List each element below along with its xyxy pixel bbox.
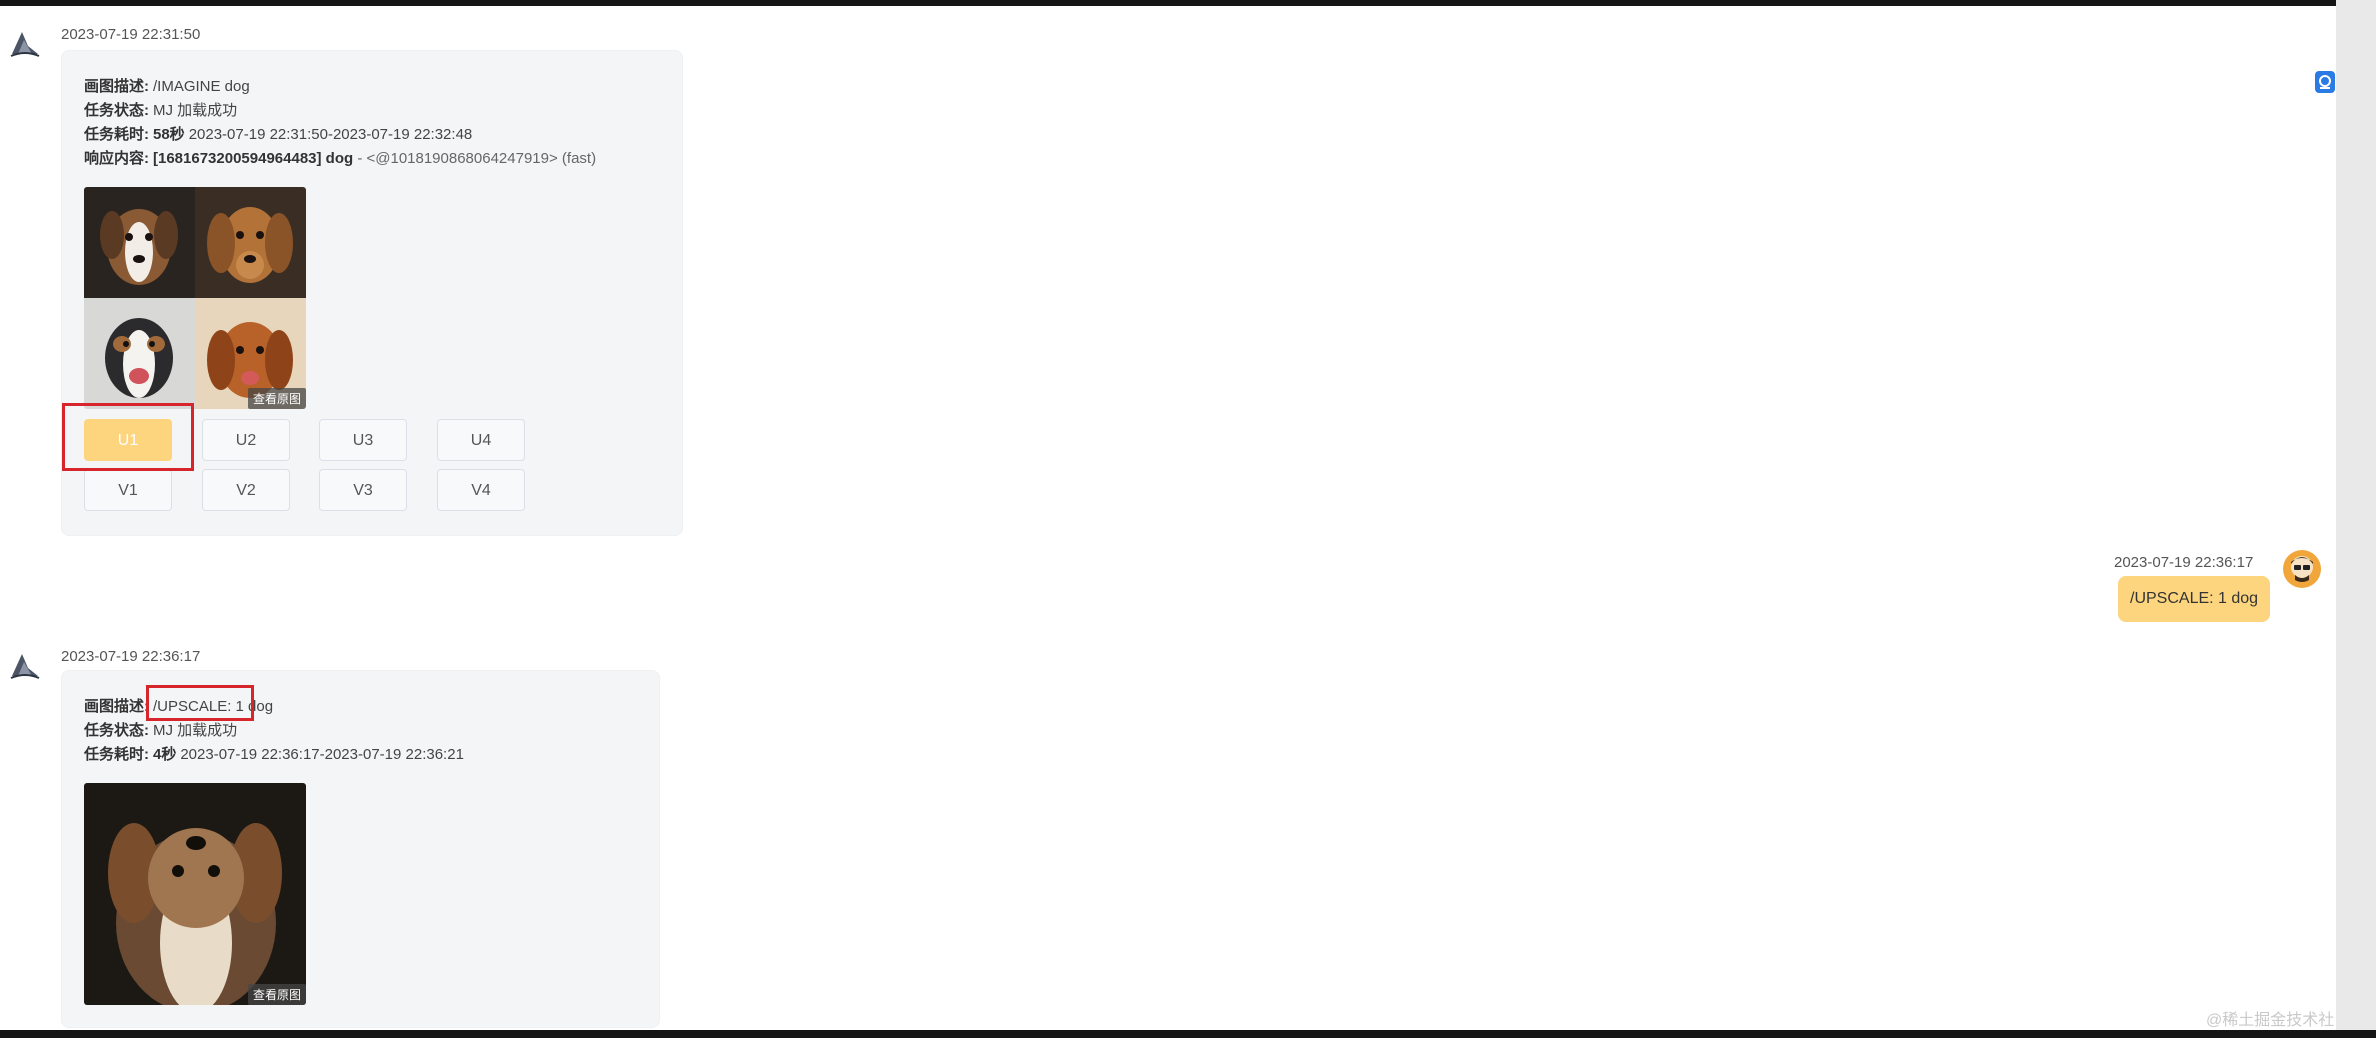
bot-message-bubble: 画图描述:/UPSCALE: 1 dog 任务状态: MJ 加载成功 任务耗时: 4… [61,670,660,1028]
bot-message-bubble: 画图描述:/IMAGINE dog 任务状态: MJ 加载成功 任务耗时: 58秒 2… [61,50,683,536]
response-rest: - <@1018190868064247919> (fast) [353,150,597,167]
variation-button-v2[interactable]: V2 [202,469,290,511]
duration-range: 2023-07-19 22:36:17-2023-07-19 22:36:21 [180,746,464,763]
user-message-timestamp: 2023-07-19 22:36:17 [2114,554,2254,571]
upscale-button-u4[interactable]: U4 [437,419,525,461]
view-original-link[interactable]: 查看原图 [247,388,306,409]
bot-avatar-icon [10,654,40,679]
upscale-button-u2[interactable]: U2 [202,419,290,461]
chat-panel: 2023-07-19 22:31:50 画图描述:/IMAGINE dog 任务… [0,6,2336,1030]
response-line: 响应内容: [1681673200594964483] dog - <@10181… [84,147,596,168]
variation-button-v1[interactable]: V1 [84,469,172,511]
variation-button-v4[interactable]: V4 [437,469,525,511]
prompt-label: 画图描述: [84,698,149,715]
prompt-value: /IMAGINE dog [153,78,250,95]
status-value: MJ 加载成功 [153,722,238,739]
message-timestamp: 2023-07-19 22:31:50 [61,26,201,43]
dog-upscaled-image [84,783,306,1005]
user-message-bubble: /UPSCALE: 1 dog [2118,576,2271,622]
prompt-label: 画图描述: [84,78,149,95]
highlight-box-u1 [62,403,194,471]
dog-image-2 [195,187,306,298]
watermark: @稀土掘金技术社区 [2206,1012,2335,1029]
user-avatar [2283,550,2321,588]
window-bottom-border [0,1030,2376,1038]
bot-avatar-icon [10,32,40,57]
status-line: 任务状态: MJ 加载成功 [84,99,237,120]
duration-seconds: 58秒 [153,126,185,143]
status-line: 任务状态: MJ 加载成功 [84,719,237,740]
status-label: 任务状态: [84,722,149,739]
generated-image-grid[interactable]: 查看原图 [84,187,306,409]
highlight-box-upscale [146,685,254,721]
status-value: MJ 加载成功 [153,102,238,119]
response-label: 响应内容: [84,150,149,167]
floating-assistant-icon[interactable] [2314,70,2336,94]
dog-image-1 [84,187,195,298]
status-label: 任务状态: [84,102,149,119]
duration-range: 2023-07-19 22:31:50-2023-07-19 22:32:48 [188,126,473,143]
upscaled-image[interactable]: 查看原图 [84,783,306,1005]
view-original-link[interactable]: 查看原图 [247,984,306,1005]
duration-line: 任务耗时: 58秒 2023-07-19 22:31:50-2023-07-19 2… [84,123,472,144]
response-id: [1681673200594964483] dog [153,150,354,167]
vertical-scrollbar[interactable] [2336,0,2376,1038]
duration-label: 任务耗时: [84,126,149,143]
duration-line: 任务耗时: 4秒 2023-07-19 22:36:17-2023-07-19 22… [84,743,464,764]
prompt-line: 画图描述:/IMAGINE dog [84,75,250,96]
duration-label: 任务耗时: [84,746,149,763]
variation-button-v3[interactable]: V3 [319,469,407,511]
upscale-button-u3[interactable]: U3 [319,419,407,461]
duration-seconds: 4秒 [153,746,177,763]
message-timestamp: 2023-07-19 22:36:17 [61,648,201,665]
dog-image-3 [84,298,195,409]
